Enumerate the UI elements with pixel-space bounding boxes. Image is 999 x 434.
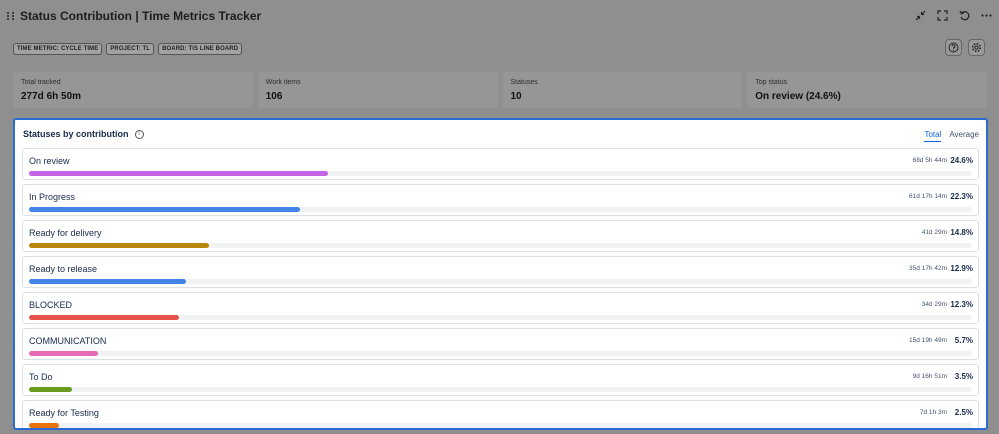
status-time: 15d 19h 49m xyxy=(909,337,947,344)
progress-fill xyxy=(29,423,60,428)
tag-time-metric: TIME METRIC: CYCLE TIME xyxy=(13,43,103,55)
status-name: In Progress xyxy=(29,192,76,202)
widget-title: Status Contribution | Time Metrics Track… xyxy=(20,9,262,23)
tag-board: BOARD: TIS LINE BOARD xyxy=(158,43,243,55)
status-name: BLOCKED xyxy=(29,300,73,310)
status-name: To Do xyxy=(29,372,53,382)
panel-title: Statuses by contribution xyxy=(23,129,129,139)
status-percent: 24.6% xyxy=(950,156,973,165)
stat-work-items: Work items 106 xyxy=(257,72,498,108)
status-time: 61d 17h 14m xyxy=(909,193,947,200)
status-time: 41d 29m xyxy=(921,229,947,236)
progress-fill xyxy=(29,171,329,176)
drag-handle-icon[interactable] xyxy=(7,12,15,20)
tag-project: PROJECT: TL xyxy=(106,43,155,55)
stat-total-tracked: Total tracked 277d 6h 50m xyxy=(13,72,253,108)
stat-label: Work items xyxy=(265,79,301,86)
progress-track xyxy=(29,279,972,284)
stat-value: 10 xyxy=(510,91,522,102)
widget-header: Status Contribution | Time Metrics Track… xyxy=(0,0,999,32)
status-row[interactable]: Ready for delivery 41d 29m 14.8% xyxy=(22,220,979,252)
help-button[interactable] xyxy=(945,39,962,56)
status-row[interactable]: Ready to release 35d 17h 42m 12.9% xyxy=(22,256,979,288)
progress-track xyxy=(29,387,972,392)
status-time: 9d 16h 51m xyxy=(912,373,947,380)
status-row[interactable]: On review 68d 5h 44m 24.6% xyxy=(22,148,979,180)
status-name: Ready to release xyxy=(29,264,98,274)
progress-track xyxy=(29,171,972,176)
status-percent: 5.7% xyxy=(954,336,973,345)
status-name: On review xyxy=(29,156,70,166)
status-percent: 14.8% xyxy=(950,228,973,237)
progress-track xyxy=(29,423,972,428)
progress-fill xyxy=(29,243,210,248)
status-percent: 12.3% xyxy=(950,300,973,309)
status-percent: 2.5% xyxy=(954,408,973,417)
stat-value: 277d 6h 50m xyxy=(21,91,82,102)
status-percent: 22.3% xyxy=(950,192,973,201)
status-row[interactable]: Ready for Testing 7d 1h 3m 2.5% xyxy=(22,400,979,428)
help-icon xyxy=(948,42,959,53)
progress-track xyxy=(29,315,972,320)
stat-value: On review (24.6%) xyxy=(755,91,841,102)
gear-icon xyxy=(971,42,982,53)
status-time: 35d 17h 42m xyxy=(909,265,947,272)
progress-fill xyxy=(29,315,179,320)
filter-tags: TIME METRIC: CYCLE TIME PROJECT: TL BOAR… xyxy=(13,43,243,55)
tab-total[interactable]: Total xyxy=(924,130,942,142)
more-icon[interactable] xyxy=(979,8,993,22)
status-name: COMMUNICATION xyxy=(29,336,107,346)
stat-label: Statuses xyxy=(510,79,538,86)
status-time: 34d 29m xyxy=(921,301,947,308)
progress-fill xyxy=(29,387,72,392)
status-row[interactable]: COMMUNICATION 15d 19h 49m 5.7% xyxy=(22,328,979,360)
progress-fill xyxy=(29,207,301,212)
tab-average[interactable]: Average xyxy=(949,130,979,142)
progress-fill xyxy=(29,279,186,284)
stat-statuses: Statuses 10 xyxy=(502,72,743,108)
status-row[interactable]: In Progress 61d 17h 14m 22.3% xyxy=(22,184,979,216)
settings-button[interactable] xyxy=(968,39,985,56)
status-name: Ready for Testing xyxy=(29,408,99,418)
refresh-icon[interactable] xyxy=(957,8,971,22)
status-percent: 3.5% xyxy=(954,372,973,381)
progress-track xyxy=(29,351,972,356)
info-icon[interactable]: i xyxy=(134,129,144,139)
stat-value: 106 xyxy=(265,91,283,102)
stat-label: Top status xyxy=(755,79,788,86)
status-percent: 12.9% xyxy=(950,264,973,273)
status-time: 68d 5h 44m xyxy=(912,157,947,164)
progress-track xyxy=(29,207,972,212)
stat-label: Total tracked xyxy=(21,79,61,86)
progress-track xyxy=(29,243,972,248)
minimize-icon[interactable] xyxy=(913,8,927,22)
status-list: On review 68d 5h 44m 24.6% In Progress 61d 1… xyxy=(15,148,986,428)
status-row[interactable]: BLOCKED 34d 29m 12.3% xyxy=(22,292,979,324)
progress-fill xyxy=(29,351,99,356)
status-name: Ready for delivery xyxy=(29,228,102,238)
status-row[interactable]: To Do 9d 16h 51m 3.5% xyxy=(22,364,979,396)
summary-stats: Total tracked 277d 6h 50m Work items 106… xyxy=(13,72,987,108)
status-time: 7d 1h 3m xyxy=(919,409,947,416)
expand-icon[interactable] xyxy=(935,8,949,22)
stat-top-status: Top status On review (24.6%) xyxy=(747,72,987,108)
status-contribution-panel: Statuses by contribution i Total Average… xyxy=(13,118,988,430)
